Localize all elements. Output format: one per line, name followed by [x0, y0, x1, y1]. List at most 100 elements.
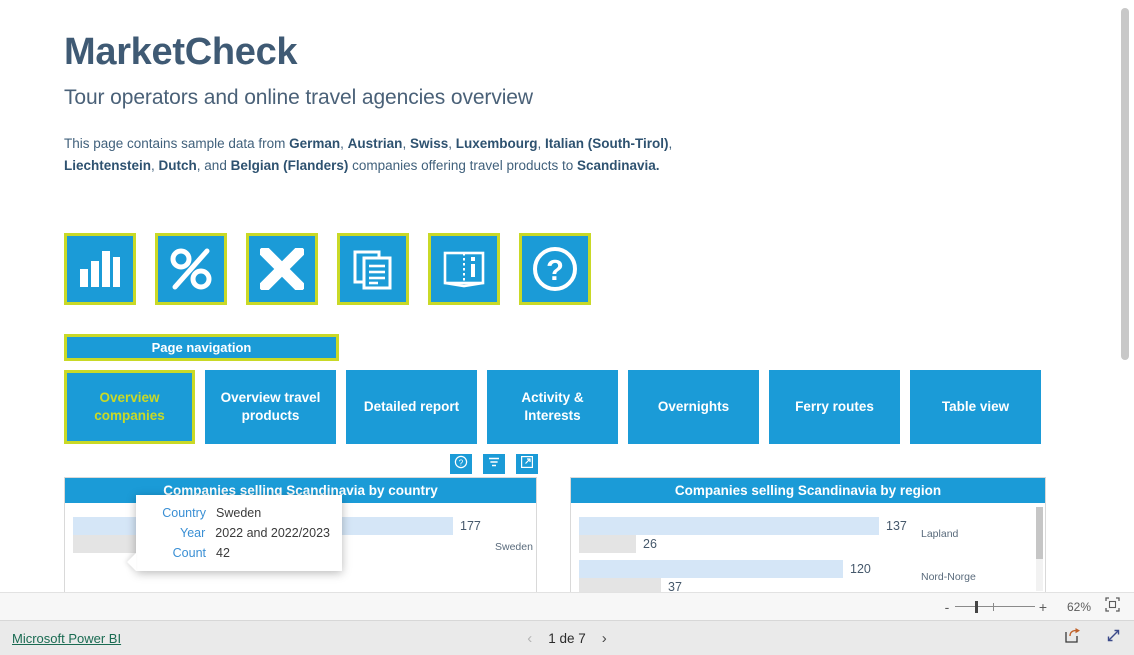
report-footer: Microsoft Power BI ‹ 1 de 7 ›	[0, 621, 1134, 655]
fit-to-page-icon	[1105, 596, 1120, 617]
nav-button-label: Activity & Interests	[521, 389, 584, 423]
zoom-out-button[interactable]: -	[939, 599, 955, 615]
nav-button-label: Overview travel products	[220, 389, 321, 423]
intro-country-dutch: Dutch	[158, 157, 197, 173]
tooltip-key: Country	[162, 506, 206, 520]
visual-companies-by-region[interactable]: Companies selling Scandinavia by region …	[570, 477, 1046, 592]
category-label-nord-norge: Nord-Norge	[921, 571, 976, 583]
intro-sep-4: ,	[537, 136, 546, 151]
report-scrollbar[interactable]	[1118, 0, 1132, 592]
visual-filter-button[interactable]	[483, 454, 505, 474]
zoom-slider-tick	[993, 602, 994, 611]
share-icon	[1064, 627, 1081, 649]
report-canvas: MarketCheck Tour operators and online tr…	[0, 0, 1134, 592]
category-label-sweden: Sweden	[495, 541, 533, 553]
bar-value-secondary: 37	[668, 580, 682, 592]
fit-to-page-button[interactable]	[1105, 596, 1120, 617]
nav-button-overview-companies[interactable]: Overview companies	[64, 370, 195, 444]
visual-focus-mode-button[interactable]	[516, 454, 538, 474]
documents-icon	[352, 248, 394, 290]
microsoft-power-bi-link[interactable]: Microsoft Power BI	[12, 631, 121, 646]
page-navigation-header[interactable]: Page navigation	[64, 334, 339, 361]
tooltip-arrow	[127, 553, 136, 571]
icon-tile-bar-chart[interactable]	[64, 233, 136, 305]
icon-tile-percent[interactable]	[155, 233, 227, 305]
tooltip-value: 42	[216, 546, 230, 560]
page-title: MarketCheck	[64, 31, 298, 73]
bar-primary[interactable]	[579, 517, 879, 535]
zoom-in-button[interactable]: +	[1035, 599, 1051, 615]
chart-plot-area: 137 26 Lapland 120 37 Nord-Norge	[571, 503, 1045, 592]
intro-country-belgian: Belgian (Flanders)	[230, 157, 349, 173]
zoom-toolbar: - + 62%	[0, 592, 1134, 621]
nav-button-overnights[interactable]: Overnights	[628, 370, 759, 444]
bar-row-secondary[interactable]: 26	[571, 535, 1045, 553]
nav-button-ferry-routes[interactable]: Ferry routes	[769, 370, 900, 444]
page-navigation-buttons: Overview companies Overview travel produ…	[64, 370, 1041, 444]
intro-sep-1: ,	[340, 136, 348, 151]
nav-button-table-view[interactable]: Table view	[910, 370, 1041, 444]
previous-page-button[interactable]: ‹	[527, 630, 532, 647]
next-page-button[interactable]: ›	[602, 630, 607, 647]
bar-value-secondary: 26	[643, 537, 657, 551]
intro-country-luxembourg: Luxembourg	[455, 136, 538, 151]
bar-primary[interactable]	[579, 560, 843, 578]
intro-sep-6: ,	[151, 157, 159, 173]
intro-country-austrian: Austrian	[347, 136, 403, 151]
book-info-icon	[442, 249, 486, 289]
zoom-slider-handle[interactable]	[975, 600, 978, 613]
intro-sep-5: ,	[668, 136, 673, 151]
data-point-tooltip: Country Sweden Year 2022 and 2022/2023 C…	[127, 495, 342, 571]
intro-country-swiss: Swiss	[409, 136, 449, 151]
nav-button-label: Detailed report	[363, 398, 460, 414]
fullscreen-button[interactable]	[1105, 627, 1122, 649]
intro-region-scandinavia: Scandinavia.	[576, 157, 660, 173]
tooltip-row-year: Year 2022 and 2022/2023	[146, 526, 330, 540]
zoom-slider[interactable]	[955, 600, 1035, 614]
icon-tile-close[interactable]	[246, 233, 318, 305]
icon-tile-help[interactable]: ?	[519, 233, 591, 305]
bar-secondary[interactable]	[579, 535, 636, 553]
bar-secondary[interactable]	[579, 578, 661, 592]
page-pager: ‹ 1 de 7 ›	[527, 630, 607, 647]
svg-text:?: ?	[459, 458, 464, 467]
nav-button-label: Ferry routes	[795, 398, 874, 414]
intro-sep-2: ,	[402, 136, 410, 151]
tooltip-key: Year	[180, 526, 206, 540]
bar-value-primary: 137	[886, 519, 907, 533]
visual-scrollbar-thumb[interactable]	[1036, 507, 1043, 559]
zoom-percent-label: 62%	[1066, 599, 1092, 614]
visual-header-toolbar: ?	[450, 454, 538, 474]
report-scrollbar-thumb[interactable]	[1121, 8, 1129, 360]
intro-sep-3: ,	[448, 136, 456, 151]
visual-help-button[interactable]: ?	[450, 454, 472, 474]
nav-button-activity-interests[interactable]: Activity & Interests	[487, 370, 618, 444]
fullscreen-icon	[1105, 627, 1122, 649]
visual-title: Companies selling Scandinavia by region	[571, 478, 1045, 503]
page-indicator-label: 1 de 7	[548, 630, 586, 646]
intro-country-italian: Italian (South-Tirol)	[545, 136, 669, 151]
tooltip-value: Sweden	[216, 506, 262, 520]
report-header: MarketCheck Tour operators and online tr…	[64, 33, 533, 108]
page-subtitle: Tour operators and online travel agencie…	[64, 86, 533, 109]
bar-group-nord-norge: 120 37 Nord-Norge	[571, 560, 1045, 592]
nav-button-label: Overnights	[657, 398, 730, 414]
intro-sep-7: , and	[196, 157, 231, 173]
power-bi-report-viewer: MarketCheck Tour operators and online tr…	[0, 0, 1134, 655]
bar-group-lapland: 137 26 Lapland	[571, 517, 1045, 553]
nav-button-label: Table view	[941, 398, 1010, 414]
share-button[interactable]	[1064, 627, 1081, 649]
footer-actions	[1064, 627, 1122, 649]
nav-button-label: Overview companies	[94, 389, 165, 423]
icon-tile-documents[interactable]	[337, 233, 409, 305]
svg-text:?: ?	[546, 255, 564, 287]
nav-button-overview-travel-products[interactable]: Overview travel products	[205, 370, 336, 444]
tooltip-key: Count	[172, 546, 206, 560]
bar-row-primary[interactable]: 137	[571, 517, 1045, 535]
icon-tile-book-info[interactable]	[428, 233, 500, 305]
question-mark-icon: ?	[531, 245, 579, 293]
intro-text-mid: companies offering travel products to	[348, 157, 577, 173]
visual-scrollbar[interactable]	[1036, 507, 1043, 591]
nav-button-detailed-report[interactable]: Detailed report	[346, 370, 477, 444]
intro-paragraph: This page contains sample data from Germ…	[64, 133, 764, 176]
